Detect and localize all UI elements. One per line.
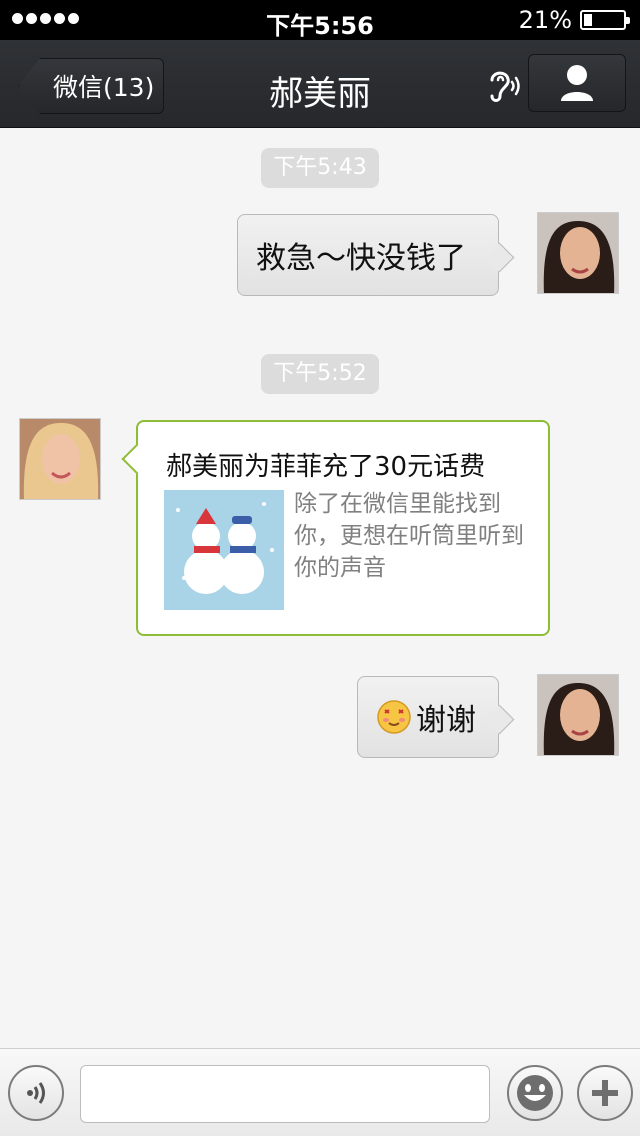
message-timestamp: 下午5:52 [261, 354, 379, 394]
message-text: 救急～快没钱了 [256, 241, 466, 276]
message-text: 谢谢 [416, 703, 476, 738]
chat-message-list[interactable]: 下午5:43 救急～快没钱了 下午5:52 郝美丽为菲菲充了30元话费 除了在微… [0, 128, 640, 1048]
voice-icon [27, 1082, 45, 1104]
voice-mode-button[interactable] [8, 1065, 64, 1121]
plus-icon [592, 1080, 618, 1106]
chat-title: 郝美丽 [269, 74, 371, 114]
person-icon [561, 65, 593, 101]
message-input[interactable] [80, 1065, 490, 1123]
back-button-label: 微信(13) [53, 73, 155, 102]
message-timestamp: 下午5:43 [261, 148, 379, 188]
back-button[interactable]: 微信(13) [18, 58, 164, 114]
recharge-card-message[interactable]: 郝美丽为菲菲充了30元话费 除了在微信里能找到你，更想在听筒里听到你的声音 [136, 420, 550, 636]
contact-avatar[interactable] [19, 418, 101, 500]
smiley-icon [517, 1075, 553, 1111]
outgoing-message-bubble[interactable]: 谢谢 [357, 676, 499, 758]
my-avatar[interactable] [537, 674, 619, 756]
battery-icon [580, 10, 630, 30]
card-description: 除了在微信里能找到你，更想在听筒里听到你的声音 [294, 491, 524, 581]
battery-percent: 21% [518, 6, 572, 34]
status-bar: 下午5:56 21% [0, 0, 640, 40]
more-options-button[interactable] [577, 1065, 633, 1121]
blushing-emoji-icon [377, 700, 411, 734]
emoji-button[interactable] [507, 1065, 563, 1121]
snowmen-image [164, 490, 284, 610]
earpiece-mode-icon[interactable] [484, 66, 522, 106]
card-title: 郝美丽为菲菲充了30元话费 [166, 452, 486, 482]
contact-profile-button[interactable] [528, 54, 626, 112]
nav-bar: 微信(13) 郝美丽 [0, 40, 640, 128]
my-avatar[interactable] [537, 212, 619, 294]
message-input-bar [0, 1048, 640, 1136]
outgoing-message-bubble[interactable]: 救急～快没钱了 [237, 214, 499, 296]
